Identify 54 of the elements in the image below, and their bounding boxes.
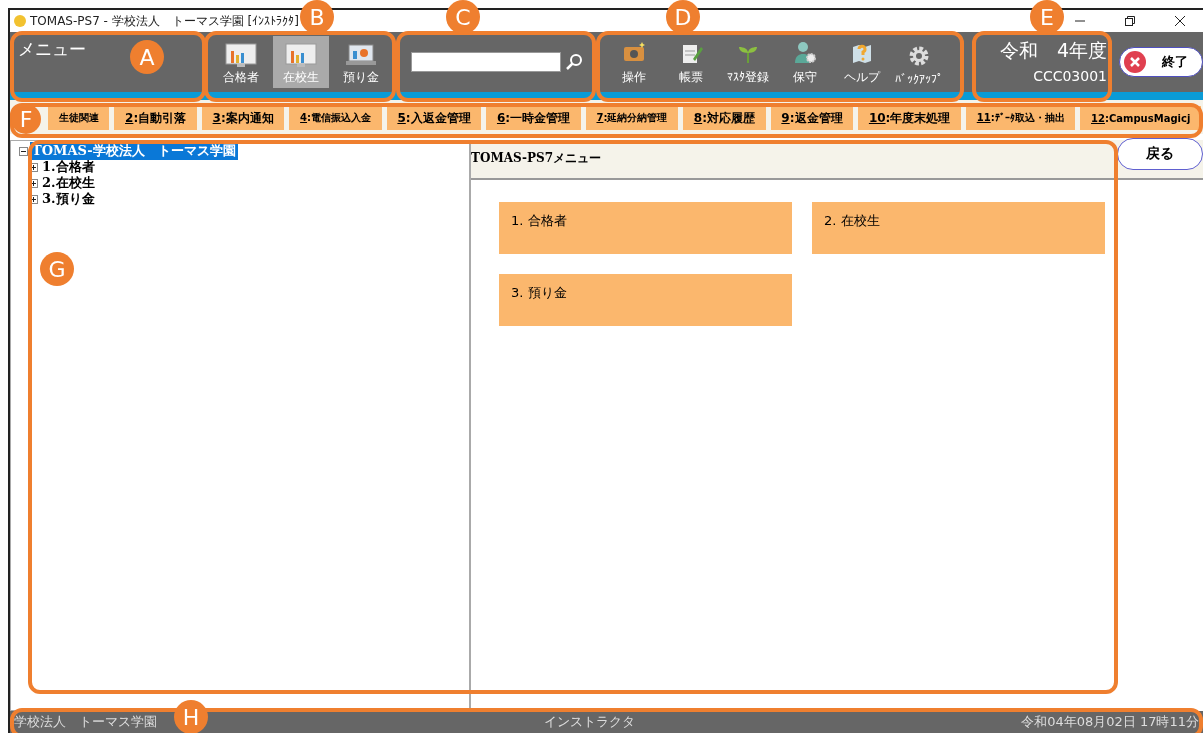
toolbar-button[interactable]: ヘルプ (833, 38, 891, 86)
laptop-icon (344, 43, 377, 67)
close-icon[interactable] (1175, 16, 1185, 26)
tab[interactable]: 8:対応履歴 (683, 106, 766, 130)
tab[interactable]: 10:年度末処理 (858, 106, 962, 130)
bar-chart-icon (284, 43, 317, 67)
window-title: TOMAS-PS7 - 学校法人 トーマス学園 [ｲﾝｽﾄﾗｸﾀ] (30, 12, 299, 30)
tab[interactable]: 9:返金管理 (770, 106, 854, 130)
toolbar-button[interactable]: 操作 (605, 38, 663, 86)
mode-button[interactable]: 合格者 (212, 36, 269, 88)
bar-chart-icon (224, 43, 257, 67)
expand-icon[interactable] (29, 194, 38, 204)
tab[interactable]: 11:ﾃﾞｰﾀ取込・抽出 (966, 106, 1076, 130)
fiscal-year: 令和 4年度 (999, 38, 1107, 63)
search-icon[interactable] (565, 53, 584, 71)
person-gear-icon (793, 41, 818, 65)
menu-tile[interactable]: 1. 合格者 (499, 202, 792, 254)
tab[interactable]: 4:電信振込入金 (289, 106, 382, 130)
tree-item[interactable]: 2.在校生 (40, 174, 97, 192)
user-code: CCC03001 (1033, 68, 1107, 84)
toolbar-button[interactable]: 保守 (776, 38, 834, 86)
annotation-badge: B (300, 0, 334, 34)
restore-icon[interactable] (1125, 16, 1135, 26)
exit-button[interactable]: 終了 (1119, 47, 1203, 77)
tab[interactable]: 3:案内通知 (201, 106, 285, 130)
tab[interactable]: 生徒関連 (48, 106, 110, 130)
tab[interactable]: 7:延納分納管理 (585, 106, 679, 130)
expand-icon[interactable] (29, 162, 38, 172)
menu-heading: メニュー (18, 39, 86, 59)
app-icon (14, 15, 26, 27)
annotation-badge: C (446, 0, 480, 34)
toolbar-button[interactable]: ﾊﾞｯｸｱｯﾌﾟ (890, 38, 948, 86)
annotation-badge: E (1030, 0, 1064, 34)
tab[interactable]: 6:一時金管理 (486, 106, 581, 130)
tree-item[interactable]: 1.合格者 (40, 158, 97, 176)
search-field[interactable] (411, 52, 562, 72)
collapse-icon[interactable] (19, 146, 28, 156)
back-button[interactable]: 戻る (1117, 138, 1203, 170)
toolbar-button[interactable]: ﾏｽﾀ登録 (719, 38, 777, 86)
tab[interactable]: 2:自動引落 (114, 106, 197, 130)
mode-button[interactable]: 預り金 (332, 36, 389, 88)
toolbar-button[interactable]: 帳票 (662, 38, 720, 86)
status-text: 学校法人 トーマス学園 (14, 713, 157, 731)
expand-icon[interactable] (29, 178, 38, 188)
status-text: 令和04年08月02日 17時11分 (1021, 713, 1199, 731)
tree-item[interactable]: 3.預り金 (40, 190, 97, 208)
panel-title: TOMAS-PS7メニュー (471, 150, 603, 167)
status-text: インストラクタ (543, 713, 635, 731)
tab[interactable]: 12:CampusMagicj (1080, 106, 1202, 130)
menu-tile[interactable]: 2. 在校生 (812, 202, 1105, 254)
annotation-badge: D (666, 0, 700, 34)
close-icon (1124, 51, 1146, 73)
tab[interactable]: 5:入返金管理 (386, 106, 482, 130)
menu-tile[interactable]: 3. 預り金 (499, 274, 792, 326)
